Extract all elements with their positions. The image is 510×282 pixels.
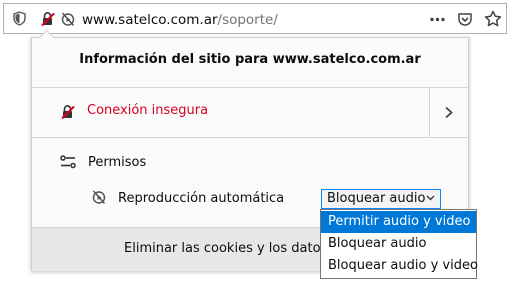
chevron-down-icon <box>426 195 435 201</box>
url-text[interactable]: www.satelco.com.ar/soporte/ <box>82 12 278 28</box>
pocket-icon[interactable] <box>457 11 473 27</box>
insecure-lock-icon[interactable] <box>40 11 56 27</box>
clear-cookies-label: Eliminar las cookies y los datos d <box>124 241 340 256</box>
connection-details-button[interactable] <box>429 88 469 137</box>
autoplay-icon <box>92 190 106 204</box>
chevron-right-icon <box>445 106 453 119</box>
autoplay-select-value: Bloquear audio <box>327 191 426 206</box>
option-allow-audio-video[interactable]: Permitir audio y video <box>321 211 476 233</box>
insecure-connection-icon <box>61 104 75 120</box>
shield-icon[interactable] <box>13 11 26 26</box>
autoplay-blocked-icon[interactable] <box>60 11 76 27</box>
url-bar[interactable]: www.satelco.com.ar/soporte/ <box>3 3 507 34</box>
option-block-audio[interactable]: Bloquear audio <box>321 233 476 255</box>
permissions-icon <box>60 155 76 169</box>
more-icon[interactable] <box>430 17 445 22</box>
url-path: /soporte/ <box>217 12 278 28</box>
autoplay-dropdown-list[interactable]: Permitir audio y video Bloquear audio Bl… <box>320 209 478 279</box>
url-host: www.satelco.com.ar <box>82 12 218 28</box>
connection-status[interactable]: Conexión insegura <box>87 103 208 118</box>
autoplay-select[interactable]: Bloquear audio <box>321 189 441 209</box>
panel-title: Información del sitio para www.satelco.c… <box>79 52 421 67</box>
separator <box>32 87 468 88</box>
option-block-audio-video[interactable]: Bloquear audio y video <box>321 255 478 277</box>
star-icon[interactable] <box>484 10 502 27</box>
separator <box>32 137 468 138</box>
permissions-heading: Permisos <box>88 155 147 170</box>
autoplay-permission-label: Reproducción automática <box>118 191 285 206</box>
